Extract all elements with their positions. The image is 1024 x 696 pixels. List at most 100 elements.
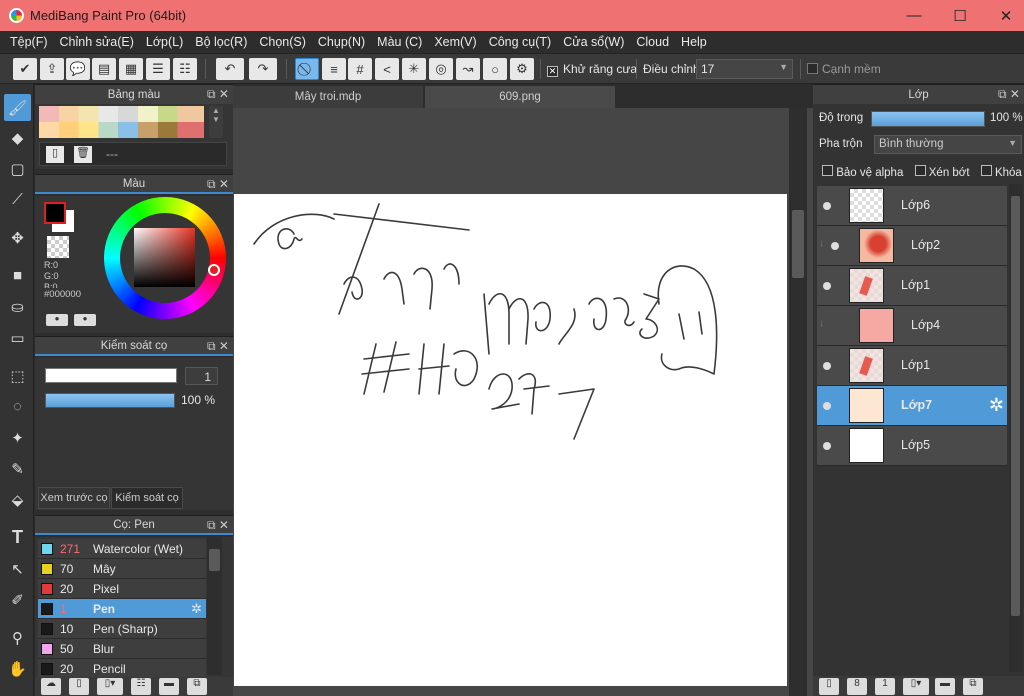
- layer-row[interactable]: ↓ Lớp2: [817, 226, 1007, 266]
- visibility-icon[interactable]: [831, 322, 839, 330]
- menu-color[interactable]: Màu (C): [371, 35, 428, 49]
- brush-list-scrollbar[interactable]: [207, 537, 222, 675]
- layer-row-selected[interactable]: Lớp7 ✲: [817, 386, 1007, 426]
- transparent-color-swatch[interactable]: [47, 236, 69, 258]
- rectangle-tool-icon[interactable]: ▢: [4, 155, 31, 182]
- trash-icon[interactable]: 🗑: [74, 146, 92, 163]
- parallel-snap-icon[interactable]: ≡: [322, 58, 346, 80]
- menu-edit[interactable]: Chỉnh sửa(E): [54, 35, 140, 49]
- saturation-value-square[interactable]: [134, 228, 195, 287]
- bucket-tool-icon[interactable]: ⛀: [4, 293, 31, 320]
- layer-row[interactable]: Lớp6: [817, 186, 1007, 226]
- visibility-icon[interactable]: [823, 362, 831, 370]
- select-rect-tool-icon[interactable]: ⬚: [4, 362, 31, 389]
- palette-scroll[interactable]: ▲ ▼: [209, 106, 223, 138]
- new-1bit-layer-icon[interactable]: 1: [875, 678, 895, 695]
- curve-snap-icon[interactable]: ↝: [456, 58, 480, 80]
- panel-float-close-icon[interactable]: ⧉ ✕: [998, 87, 1020, 102]
- menu-file[interactable]: Tệp(F): [4, 35, 54, 49]
- layer-row[interactable]: Lớp5: [817, 426, 1007, 466]
- palette-swatches-row2[interactable]: [39, 122, 204, 138]
- brush-settings-icon[interactable]: ☷: [131, 678, 151, 695]
- snap-off-icon[interactable]: ⃠: [295, 58, 319, 80]
- grid-snap-icon[interactable]: #: [348, 58, 372, 80]
- tab-document-2[interactable]: 609.png: [425, 86, 615, 108]
- adjust-select[interactable]: 17 ▼: [696, 59, 793, 79]
- brush-settings-gear-icon[interactable]: ✲: [191, 601, 202, 617]
- menu-filter[interactable]: Bộ lọc(R): [189, 35, 253, 49]
- visibility-icon[interactable]: [823, 442, 831, 450]
- perspective-snap-icon[interactable]: <: [375, 58, 399, 80]
- brush-item[interactable]: 20 Pixel: [38, 579, 206, 599]
- cloud-brush-icon[interactable]: ☁: [41, 678, 61, 695]
- new-8bit-layer-icon[interactable]: 8: [847, 678, 867, 695]
- gradient-tool-icon[interactable]: ▭: [4, 324, 31, 351]
- circle-snap-icon[interactable]: ○: [483, 58, 507, 80]
- list-icon[interactable]: ☰: [146, 58, 170, 80]
- panel-float-close-icon[interactable]: ⧉ ✕: [207, 87, 229, 102]
- visibility-icon[interactable]: [823, 282, 831, 290]
- brush-item[interactable]: 271 Watercolor (Wet): [38, 539, 206, 559]
- menu-view[interactable]: Xem(V): [428, 35, 482, 49]
- color-mode-button[interactable]: ●: [46, 314, 68, 326]
- layer-folder-icon[interactable]: ▬: [935, 678, 955, 695]
- document-icon[interactable]: ▦: [119, 58, 143, 80]
- copy-brush-icon[interactable]: ⧉: [187, 678, 207, 695]
- new-brush-icon[interactable]: ▯: [69, 678, 89, 695]
- canvas-vertical-scrollbar[interactable]: [789, 108, 807, 696]
- menu-select[interactable]: Chọn(S): [253, 35, 312, 49]
- menu-snap[interactable]: Chụp(N): [312, 35, 371, 49]
- new-palette-icon[interactable]: ▯: [46, 146, 64, 163]
- brush-size-bar[interactable]: [45, 368, 177, 383]
- panel-float-close-icon[interactable]: ⧉ ✕: [207, 518, 229, 533]
- panel-float-close-icon[interactable]: ⧉ ✕: [207, 339, 229, 354]
- magic-wand-tool-icon[interactable]: ✦: [4, 424, 31, 451]
- tab-brush-control[interactable]: Kiểm soát cọ: [111, 487, 183, 509]
- lock-checkbox[interactable]: [980, 165, 992, 176]
- divide-tool-icon[interactable]: ✐: [4, 586, 31, 613]
- protect-alpha-checkbox[interactable]: [822, 165, 833, 176]
- visibility-icon[interactable]: [831, 242, 839, 250]
- redo-button[interactable]: ↷: [249, 58, 277, 80]
- layer-list-scrollbar[interactable]: [1009, 184, 1022, 672]
- brush-size-value[interactable]: 1: [185, 367, 218, 385]
- upload-icon[interactable]: ⇪: [40, 58, 64, 80]
- brush-item[interactable]: 50 Blur: [38, 639, 206, 659]
- menu-window[interactable]: Cửa sổ(W): [557, 35, 630, 49]
- brush-item[interactable]: 70 Mây: [38, 559, 206, 579]
- menu-layer[interactable]: Lớp(L): [140, 35, 189, 49]
- visibility-icon[interactable]: [823, 202, 831, 210]
- close-button[interactable]: ✕: [983, 0, 1024, 31]
- tab-document-1[interactable]: Mây troi.mdp: [233, 86, 423, 108]
- concentric-snap-icon[interactable]: ◎: [429, 58, 453, 80]
- snap-settings-icon[interactable]: ⚙: [510, 58, 534, 80]
- radial-snap-icon[interactable]: ✳: [402, 58, 426, 80]
- tab-brush-preview[interactable]: Xem trước cọ: [38, 487, 110, 509]
- operation-tool-icon[interactable]: ↖: [4, 555, 31, 582]
- message-icon[interactable]: ▤: [92, 58, 116, 80]
- lasso-tool-icon[interactable]: ◌: [4, 393, 31, 420]
- add-layer-menu-icon[interactable]: ▯▾: [903, 678, 929, 695]
- text-tool-icon[interactable]: T: [4, 524, 31, 551]
- move-tool-icon[interactable]: ✥: [4, 224, 31, 251]
- hue-wheel[interactable]: [104, 197, 226, 319]
- brush-item[interactable]: 20 Pencil: [38, 659, 206, 679]
- fill-rect-tool-icon[interactable]: ■: [4, 262, 31, 289]
- soft-edge-checkbox[interactable]: [807, 63, 818, 77]
- undo-button[interactable]: ↶: [216, 58, 244, 80]
- clip-checkbox[interactable]: [914, 165, 926, 176]
- brush-item-selected[interactable]: 1 Pen ✲: [38, 599, 206, 619]
- blend-select[interactable]: Bình thường ▼: [874, 135, 1022, 154]
- maximize-button[interactable]: ☐: [937, 0, 983, 31]
- minimize-button[interactable]: —: [891, 0, 937, 31]
- eyedropper-tool-icon[interactable]: ⚲: [4, 624, 31, 651]
- hue-marker[interactable]: [208, 264, 220, 276]
- add-brush-icon[interactable]: ▯▾: [97, 678, 123, 695]
- folder-icon[interactable]: ▬: [159, 678, 179, 695]
- drawing-canvas[interactable]: [234, 194, 787, 686]
- eraser-tool-icon[interactable]: ◆: [4, 124, 31, 151]
- layer-row[interactable]: Lớp1: [817, 266, 1007, 306]
- new-layer-icon[interactable]: ▯: [819, 678, 839, 695]
- visibility-icon[interactable]: [823, 402, 831, 410]
- select-pen-tool-icon[interactable]: ✎: [4, 455, 31, 482]
